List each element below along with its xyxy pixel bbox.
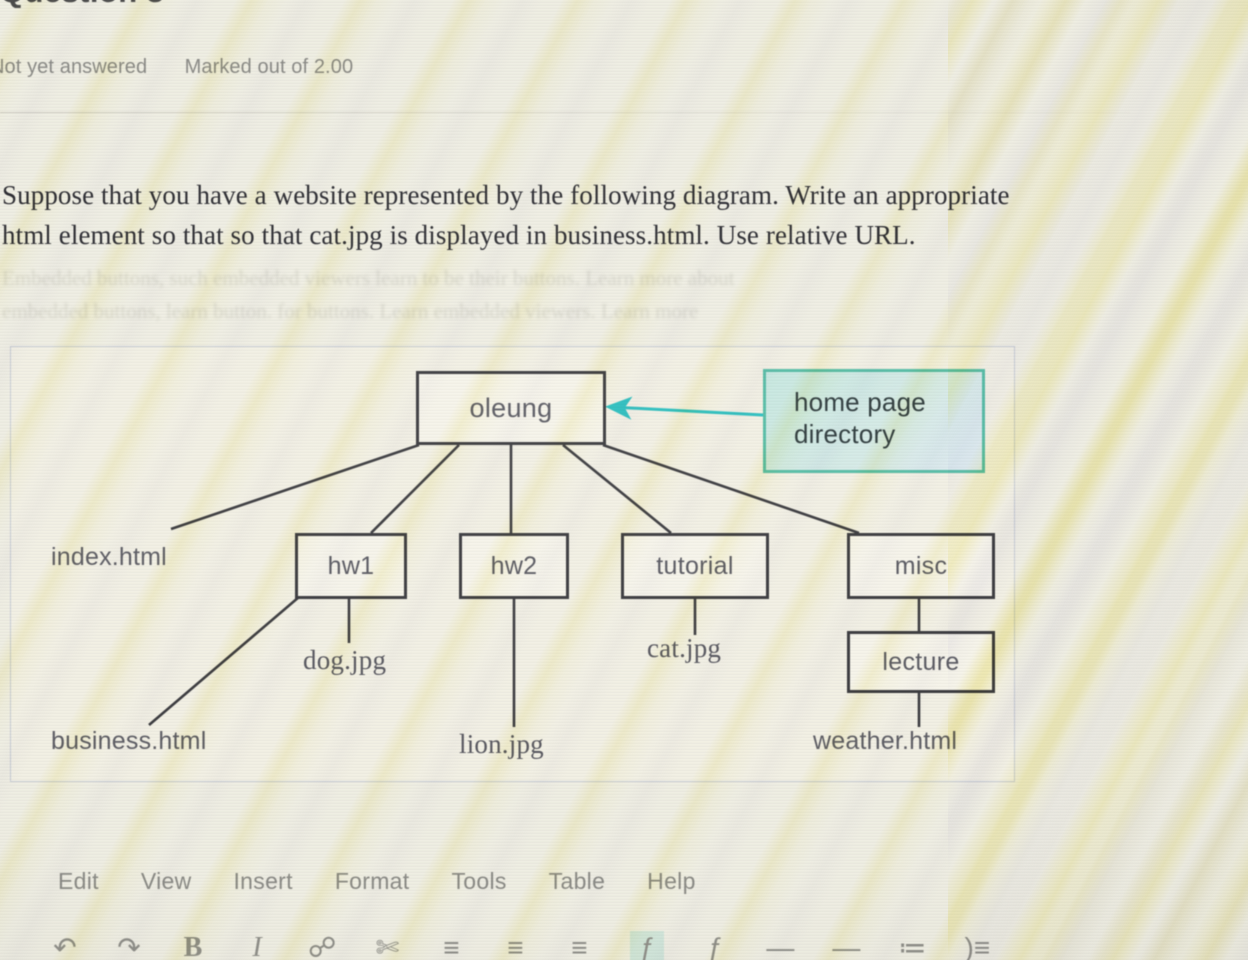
editor-menubar: Edit View Insert Format Tools Table Help bbox=[58, 868, 696, 895]
equation-alt-icon[interactable]: ƒ bbox=[702, 931, 728, 960]
diagram-file-cat-jpg: cat.jpg bbox=[647, 633, 722, 663]
bold-icon[interactable]: B bbox=[180, 931, 206, 960]
horizontal-rule-icon[interactable]: — bbox=[766, 931, 794, 960]
question-text: Suppose that you have a website represen… bbox=[2, 175, 1242, 255]
editor-toolbar: ↶ ↷ B I ☍ ✄ ≡ ≡ ≡ ƒ ƒ — — ≔ )≡ bbox=[52, 928, 1232, 960]
page-title: Question 3 bbox=[0, 0, 420, 8]
menu-insert[interactable]: Insert bbox=[233, 868, 292, 895]
diagram-node-lecture[interactable]: lecture bbox=[847, 631, 995, 693]
align-center-icon[interactable]: ≡ bbox=[502, 931, 528, 960]
diagram-node-misc-label: misc bbox=[894, 551, 948, 580]
align-right-icon[interactable]: ≡ bbox=[566, 931, 592, 960]
italic-icon[interactable]: I bbox=[244, 931, 270, 960]
header-divider bbox=[0, 112, 1130, 113]
diagram-file-lion-jpg: lion.jpg bbox=[459, 729, 544, 759]
ghost-line-2: embedded buttons, learn button. for butt… bbox=[2, 299, 699, 323]
menu-table[interactable]: Table bbox=[549, 868, 605, 895]
diagram-node-hw2-label: hw2 bbox=[490, 551, 538, 580]
question-status: Not yet answered bbox=[0, 56, 148, 78]
question-marks: Marked out of 2.00 bbox=[184, 56, 354, 78]
redo-icon[interactable]: ↷ bbox=[116, 931, 142, 960]
diagram-file-index-html: index.html bbox=[51, 543, 167, 571]
diagram-node-misc[interactable]: misc bbox=[847, 533, 995, 599]
annotation-line-2: directory bbox=[794, 419, 896, 449]
numbered-list-icon[interactable]: )≡ bbox=[964, 931, 991, 960]
unlink-icon[interactable]: ✄ bbox=[374, 931, 400, 960]
question-text-line-2: html element so that so that cat.jpg is … bbox=[2, 220, 916, 250]
website-structure-diagram: oleung home page directory hw1 hw2 tutor… bbox=[10, 346, 1015, 782]
bullet-list-icon[interactable]: ≔ bbox=[898, 931, 926, 960]
diagram-node-tutorial[interactable]: tutorial bbox=[621, 533, 769, 599]
annotation-arrow bbox=[605, 396, 764, 420]
diagram-node-tutorial-label: tutorial bbox=[656, 551, 734, 580]
diagram-file-weather-html: weather.html bbox=[813, 727, 958, 755]
ghost-text-artifact: Embedded buttons, such embedded viewers … bbox=[2, 262, 1152, 328]
menu-format[interactable]: Format bbox=[335, 868, 410, 895]
annotation-line-1: home page bbox=[794, 387, 926, 417]
undo-icon[interactable]: ↶ bbox=[52, 931, 78, 960]
equation-icon[interactable]: ƒ bbox=[630, 931, 665, 960]
diagram-node-root-label: oleung bbox=[469, 392, 553, 423]
question-text-line-1: Suppose that you have a website represen… bbox=[2, 180, 1010, 210]
screen-content: Question 3 Not yet answered Marked out o… bbox=[0, 0, 1248, 960]
screenshot-root: Question 3 Not yet answered Marked out o… bbox=[0, 0, 1248, 960]
diagram-node-root[interactable]: oleung bbox=[416, 371, 606, 445]
link-icon[interactable]: ☍ bbox=[308, 931, 336, 960]
strikethrough-icon[interactable]: — bbox=[832, 931, 860, 960]
question-meta: Not yet answered Marked out of 2.00 bbox=[0, 56, 353, 79]
menu-help[interactable]: Help bbox=[647, 868, 696, 895]
menu-view[interactable]: View bbox=[141, 868, 192, 895]
ghost-line-1: Embedded buttons, such embedded viewers … bbox=[2, 266, 735, 290]
diagram-file-business-html: business.html bbox=[51, 727, 207, 755]
annotation-home-page-directory: home page directory bbox=[763, 369, 985, 473]
diagram-node-hw1-label: hw1 bbox=[327, 551, 375, 580]
menu-edit[interactable]: Edit bbox=[58, 868, 99, 895]
diagram-node-hw1[interactable]: hw1 bbox=[295, 533, 407, 599]
diagram-node-hw2[interactable]: hw2 bbox=[459, 533, 569, 599]
menu-tools[interactable]: Tools bbox=[451, 868, 506, 895]
answer-editor: Edit View Insert Format Tools Table Help… bbox=[0, 820, 1248, 960]
diagram-file-dog-jpg: dog.jpg bbox=[303, 645, 387, 675]
diagram-node-lecture-label: lecture bbox=[882, 647, 960, 676]
align-left-icon[interactable]: ≡ bbox=[438, 931, 464, 960]
